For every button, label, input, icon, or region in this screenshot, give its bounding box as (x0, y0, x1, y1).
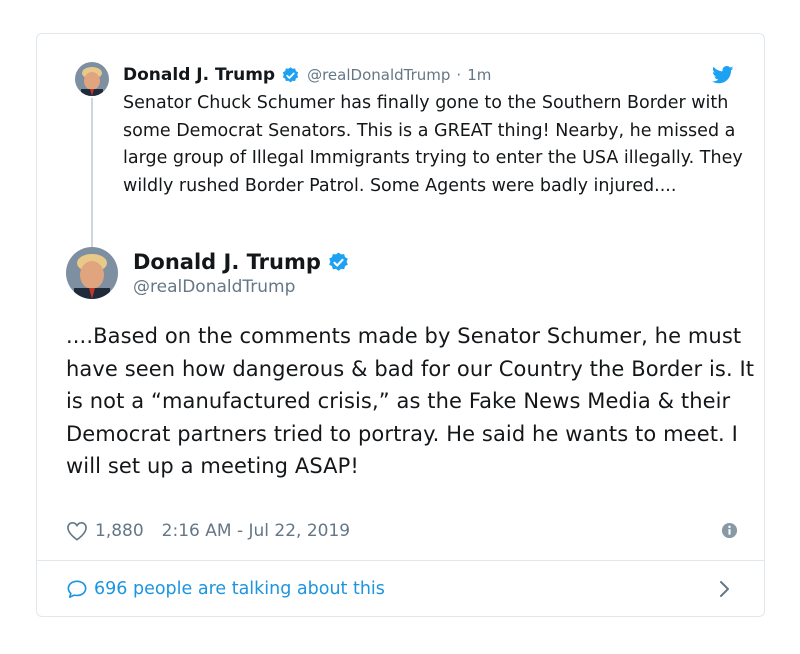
verified-badge-icon (282, 66, 299, 82)
tweet-timestamp[interactable]: 2:16 AM - Jul 22, 2019 (162, 521, 350, 541)
tweet-text: ....Based on the comments made by Senato… (66, 324, 755, 478)
conversation-link[interactable]: 696 people are talking about this (66, 575, 738, 603)
chevron-right-icon[interactable] (718, 580, 730, 598)
heart-icon[interactable] (66, 521, 88, 541)
parent-avatar[interactable] (75, 62, 109, 96)
conversation-count-label[interactable]: 696 people are talking about this (94, 579, 385, 599)
parent-tweet-time[interactable]: 1m (467, 66, 491, 84)
parent-tweet-header: Donald J. Trump @realDonaldTrump · 1m (123, 62, 491, 88)
tweet-embed-card: Donald J. Trump @realDonaldTrump · 1m Se… (36, 33, 765, 617)
parent-author-name[interactable]: Donald J. Trump (123, 65, 275, 85)
parent-tweet-text: Senator Chuck Schumer has finally gone t… (123, 93, 743, 196)
parent-author-handle[interactable]: @realDonaldTrump (307, 66, 450, 84)
card-divider (37, 560, 764, 561)
speech-bubble-icon (67, 580, 87, 598)
like-count[interactable]: 1,880 (95, 521, 144, 541)
twitter-bird-icon[interactable] (712, 66, 734, 84)
author-name[interactable]: Donald J. Trump (133, 250, 321, 274)
author-handle[interactable]: @realDonaldTrump (133, 277, 295, 297)
tweet-meta-row: 1,880 2:16 AM - Jul 22, 2019 (66, 518, 738, 544)
verified-badge-icon (329, 251, 348, 271)
author-avatar[interactable] (66, 247, 118, 299)
info-icon[interactable] (721, 522, 738, 539)
author-name-row: Donald J. Trump (133, 250, 350, 274)
separator-dot: · (456, 66, 462, 84)
thread-connector-line (91, 98, 93, 254)
